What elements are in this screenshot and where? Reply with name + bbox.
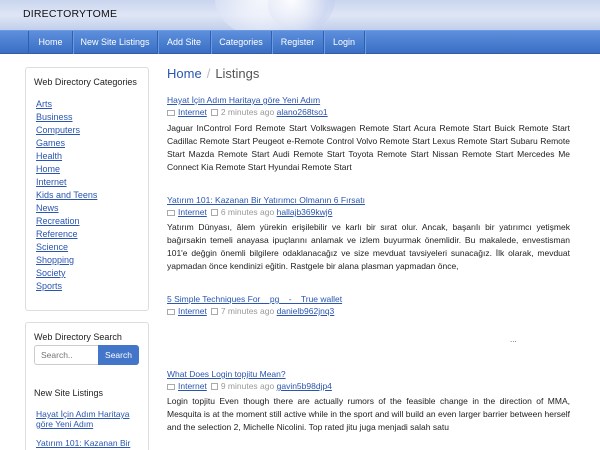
category-link-science[interactable]: Science [36,242,68,252]
post-time: 7 minutes ago [220,306,275,316]
folder-icon [167,384,175,390]
folder-icon [167,309,175,315]
search-button[interactable]: Search [98,345,139,365]
category-link-society[interactable]: Society [36,268,66,278]
new-listing-link[interactable]: Hayat İçin Adım Haritaya göre Yeni Adım [36,409,146,429]
post-excerpt: Jaguar InControl Ford Remote Start Volks… [167,123,570,172]
post-author-link[interactable]: hallajb369kwj6 [277,207,333,217]
post-meta: Internet 7 minutes ago danielb962jnq3 [167,306,334,316]
calendar-icon [210,109,218,116]
category-link-business[interactable]: Business [36,112,73,122]
breadcrumb-separator: / [206,66,211,81]
new-listing-link[interactable]: Yatırım 101: Kazanan Bir [36,438,146,448]
category-link-sports[interactable]: Sports [36,281,62,291]
category-link-kids-and-teens[interactable]: Kids and Teens [36,190,97,200]
category-link-computers[interactable]: Computers [36,125,80,135]
post-excerpt: Yatırım Dünyası, âlem yürekin erişilebil… [167,222,570,271]
category-link-health[interactable]: Health [36,151,62,161]
category-link-reference[interactable]: Reference [36,229,78,239]
search-title: Web Directory Search [34,332,122,342]
category-link-news[interactable]: News [36,203,59,213]
post-title-link[interactable]: Yatırım 101: Kazanan Bir Yatırımcı Olman… [167,195,365,205]
post-time: 2 minutes ago [220,107,275,117]
post-category-link[interactable]: Internet [178,207,207,217]
search-box: Web Directory Search Search New Site Lis… [25,322,149,450]
post-author-link[interactable]: danielb962jnq3 [277,306,335,316]
post-category-link[interactable]: Internet [178,306,207,316]
post-excerpt: Login topjitu Even though there are actu… [167,396,570,432]
post-meta: Internet 9 minutes ago gavin5b98djp4 [167,381,332,391]
nav-categories[interactable]: Categories [211,31,272,54]
categories-title: Web Directory Categories [34,77,137,87]
breadcrumb-home[interactable]: Home [167,66,202,81]
post-time: 6 minutes ago [220,207,275,217]
post-time: 9 minutes ago [220,381,275,391]
nav-home[interactable]: Home [28,31,73,54]
calendar-icon [210,209,218,216]
categories-box: Web Directory Categories Arts Business C… [25,67,149,311]
folder-icon [167,210,175,216]
nav-register[interactable]: Register [272,31,324,54]
nav-add-site[interactable]: Add Site [158,31,211,54]
main-navbar: Home New Site Listings Add Site Categori… [0,30,600,54]
post-category-link[interactable]: Internet [178,381,207,391]
category-link-home[interactable]: Home [36,164,60,174]
site-header: DIRECTORYTOME [0,0,600,30]
breadcrumb: Home / Listings [167,66,259,81]
calendar-icon [210,383,218,390]
category-link-internet[interactable]: Internet [36,177,67,187]
nav-new-site-listings[interactable]: New Site Listings [73,31,158,54]
category-link-games[interactable]: Games [36,138,65,148]
post-meta: Internet 6 minutes ago hallajb369kwj6 [167,207,332,217]
search-input[interactable] [34,345,98,365]
post-title-link[interactable]: What Does Login topjitu Mean? [167,369,286,379]
folder-icon [167,110,175,116]
category-link-shopping[interactable]: Shopping [36,255,74,265]
post-title-link[interactable]: 5 Simple Techniques For pg - True wallet [167,294,342,304]
calendar-icon [210,308,218,315]
post-category-link[interactable]: Internet [178,107,207,117]
site-logo[interactable]: DIRECTORYTOME [23,8,117,20]
new-listings-title: New Site Listings [34,388,104,398]
breadcrumb-current: Listings [215,66,260,81]
category-link-arts[interactable]: Arts [36,99,52,109]
post-author-link[interactable]: gavin5b98djp4 [277,381,332,391]
nav-login[interactable]: Login [324,31,365,54]
post-meta: Internet 2 minutes ago alano268tso1 [167,107,328,117]
post-title-link[interactable]: Hayat İçin Adım Haritaya göre Yeni Adım [167,95,320,105]
embedded-content-ellipsis: ... [510,335,517,344]
post-author-link[interactable]: alano268tso1 [277,107,328,117]
category-link-recreation[interactable]: Recreation [36,216,80,226]
